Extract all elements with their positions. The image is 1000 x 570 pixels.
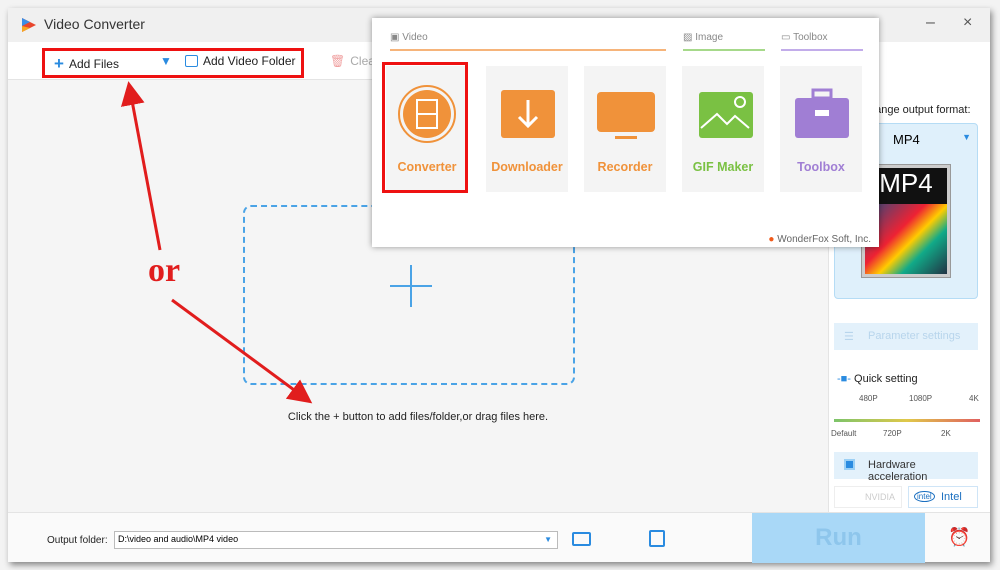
arrow-to-toolbar bbox=[120, 81, 162, 251]
arrow-to-dropzone bbox=[171, 298, 313, 404]
or-annotation: or bbox=[148, 252, 181, 289]
